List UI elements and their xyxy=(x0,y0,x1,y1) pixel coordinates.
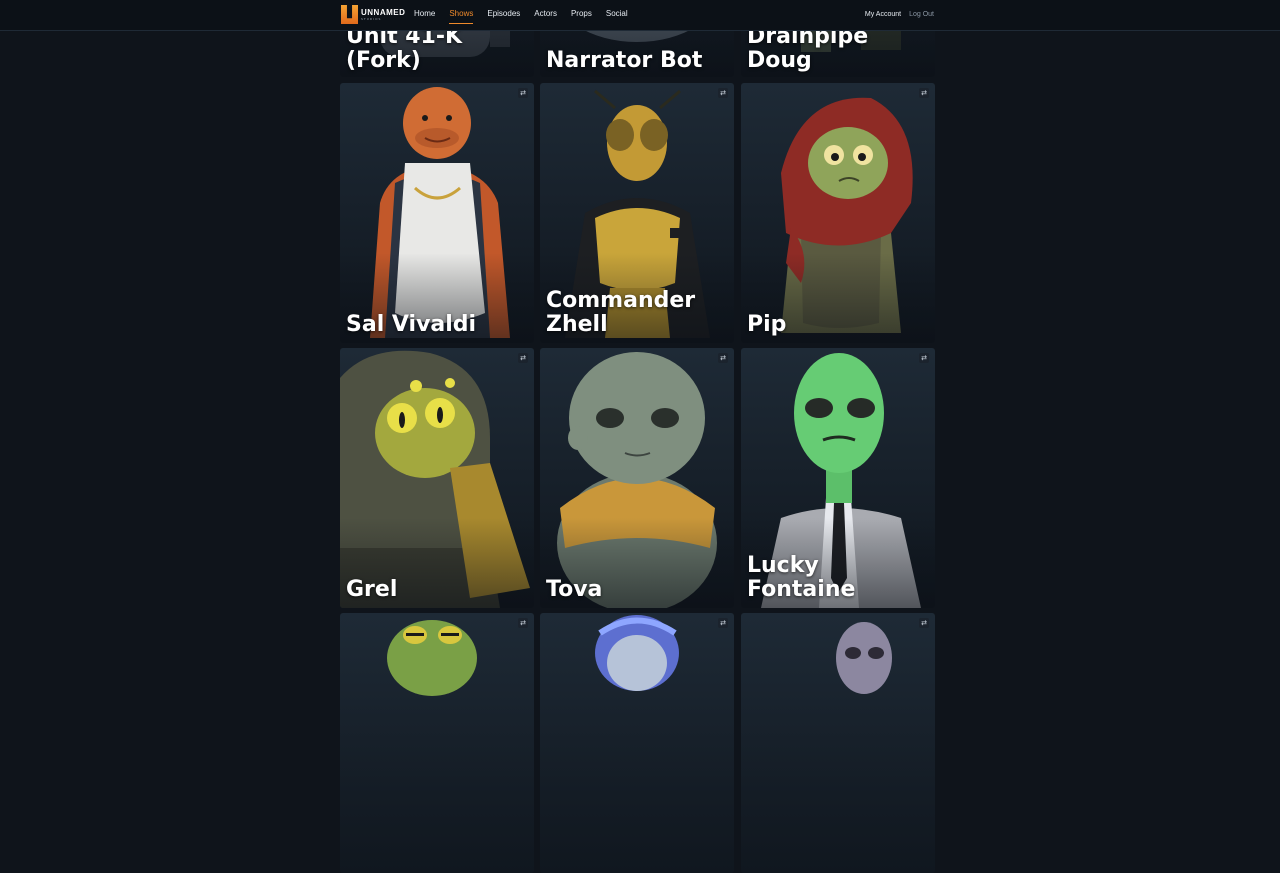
nav-links: Home Shows Episodes Actors Props Social xyxy=(414,0,628,30)
swap-icon[interactable]: ⇄ xyxy=(919,618,929,628)
nav-link-actors[interactable]: Actors xyxy=(534,0,557,30)
logo-subtitle: STUDIOS xyxy=(361,17,382,21)
character-card[interactable]: ⇄ Commander Zhell xyxy=(540,83,734,343)
character-card[interactable]: ⇄ xyxy=(741,613,935,873)
character-art xyxy=(387,620,477,696)
nav-link-shows[interactable]: Shows xyxy=(449,0,474,30)
nav-link-home[interactable]: Home xyxy=(414,0,435,30)
character-name: Sal Vivaldi xyxy=(346,312,477,337)
character-card[interactable]: ⇄ xyxy=(340,613,534,873)
character-name: Narrator Bot xyxy=(546,48,703,73)
logo[interactable]: UNNAMED STUDIOS xyxy=(341,5,406,25)
nav-link-props[interactable]: Props xyxy=(571,0,592,30)
character-card[interactable]: ⇄ Tova xyxy=(540,348,734,608)
logo-wordmark: UNNAMED xyxy=(361,8,406,17)
account-links: My Account Log Out xyxy=(865,0,934,30)
character-name: Lucky Fontaine xyxy=(747,553,856,602)
character-card[interactable]: ⇄ Pip xyxy=(741,83,935,343)
character-art xyxy=(595,615,679,691)
character-card[interactable]: ⇄ xyxy=(540,613,734,873)
swap-icon[interactable]: ⇄ xyxy=(919,353,929,363)
character-name: Drainpipe Doug xyxy=(747,24,869,73)
swap-icon[interactable]: ⇄ xyxy=(718,88,728,98)
my-account-link[interactable]: My Account xyxy=(865,0,901,30)
nav-link-social[interactable]: Social xyxy=(606,0,628,30)
swap-icon[interactable]: ⇄ xyxy=(718,353,728,363)
top-navbar: UNNAMED STUDIOS Home Shows Episodes Acto… xyxy=(0,0,1280,31)
swap-icon[interactable]: ⇄ xyxy=(919,88,929,98)
character-card[interactable]: ⇄ Sal Vivaldi xyxy=(340,83,534,343)
logo-mark-icon xyxy=(341,5,358,24)
character-name: Commander Zhell xyxy=(546,288,696,337)
swap-icon[interactable]: ⇄ xyxy=(518,88,528,98)
character-name: Tova xyxy=(546,577,603,602)
character-name: Grel xyxy=(346,577,398,602)
character-name: Pip xyxy=(747,312,787,337)
nav-link-episodes[interactable]: Episodes xyxy=(487,0,520,30)
swap-icon[interactable]: ⇄ xyxy=(718,618,728,628)
swap-icon[interactable]: ⇄ xyxy=(518,353,528,363)
character-art xyxy=(836,622,892,694)
log-out-link[interactable]: Log Out xyxy=(909,0,934,30)
character-card[interactable]: ⇄ Grel xyxy=(340,348,534,608)
swap-icon[interactable]: ⇄ xyxy=(518,618,528,628)
character-card[interactable]: ⇄ Lucky Fontaine xyxy=(741,348,935,608)
character-name: Unit 41-K (Fork) xyxy=(346,24,463,73)
